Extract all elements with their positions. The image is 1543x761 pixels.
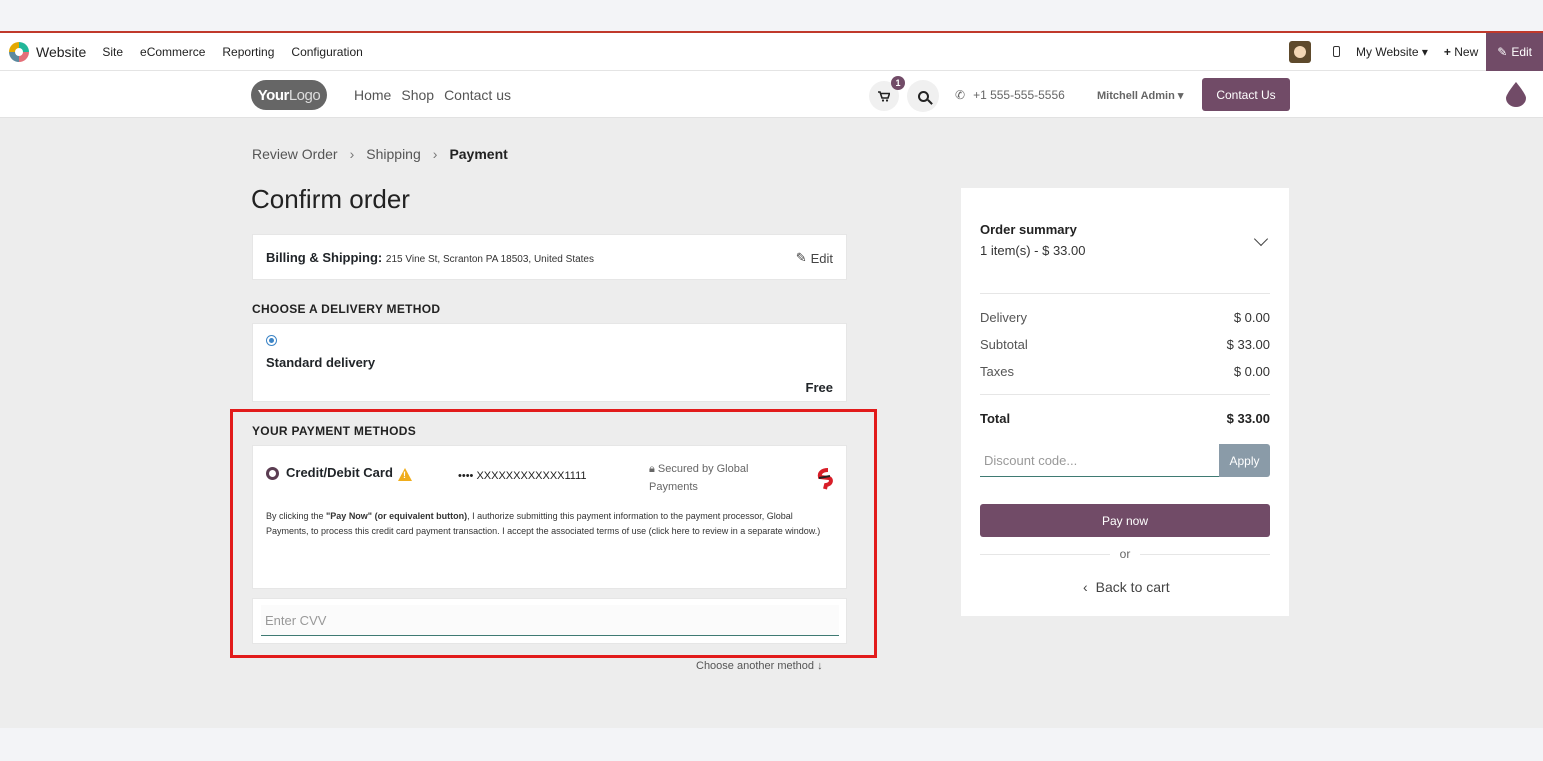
nav-home[interactable]: Home	[354, 87, 391, 103]
logo-light: Logo	[288, 86, 321, 104]
breadcrumb: Review Order › Shipping › Payment	[252, 146, 508, 162]
breadcrumb-payment: Payment	[449, 146, 508, 162]
summary-row-subtotal: Subtotal $ 33.00	[980, 337, 1270, 352]
delivery-method-name: Standard delivery	[266, 355, 376, 370]
chevron-right-icon: ›	[349, 146, 355, 162]
row-value: $ 0.00	[1233, 310, 1270, 325]
phone-number: +1 555-555-5556	[973, 88, 1065, 102]
caret-down-icon: ▾	[1177, 90, 1184, 102]
search-icon	[917, 90, 929, 102]
my-website-dropdown[interactable]: My Website ▾	[1356, 45, 1428, 59]
delivery-method-price: Free	[805, 380, 833, 395]
row-label: Taxes	[980, 364, 1014, 379]
menu-reporting[interactable]: Reporting	[222, 45, 274, 59]
contact-us-button[interactable]: Contact Us	[1202, 78, 1290, 111]
cart-count-badge: 1	[891, 76, 905, 90]
cart-icon	[878, 90, 890, 102]
or-separator: or	[980, 547, 1270, 561]
menu-ecommerce[interactable]: eCommerce	[140, 45, 205, 59]
billing-shipping-card: Billing & Shipping: 215 Vine St, Scranto…	[252, 234, 847, 280]
order-summary-items: 1 item(s) - $ 33.00	[980, 243, 1086, 258]
edit-button[interactable]: ✎ Edit	[1486, 32, 1543, 71]
billing-address: 215 Vine St, Scranton PA 18503, United S…	[385, 254, 594, 265]
billing-label-wrap: Billing & Shipping: 215 Vine St, Scranto…	[266, 250, 594, 265]
pencil-icon: ✎	[795, 250, 807, 265]
or-label: or	[1119, 547, 1131, 561]
total-label: Total	[980, 411, 1011, 426]
choose-another-method-link[interactable]: Choose another method ↓	[696, 660, 823, 672]
checkout-content: Review Order › Shipping › Payment Confir…	[0, 118, 1543, 728]
row-value: $ 0.00	[1233, 364, 1270, 379]
apply-button[interactable]: Apply	[1219, 444, 1270, 477]
user-menu[interactable]: Mitchell Admin ▾	[1097, 89, 1183, 102]
phone-contact[interactable]: ✆ +1 555-555-5556	[955, 88, 1065, 102]
divider	[980, 293, 1270, 294]
bottom-strip	[0, 728, 1543, 761]
row-value: $ 33.00	[1226, 337, 1270, 352]
app-name[interactable]: Website	[36, 44, 86, 60]
delivery-method-card[interactable]: Standard delivery Free	[252, 323, 847, 402]
nav-shop[interactable]: Shop	[401, 87, 434, 103]
delivery-radio[interactable]	[266, 335, 277, 346]
chevron-right-icon: ›	[432, 146, 438, 162]
divider	[980, 394, 1270, 395]
chevron-down-icon[interactable]	[1253, 231, 1269, 247]
website-editor-bar: Website Site eCommerce Reporting Configu…	[0, 31, 1543, 71]
theme-drop-icon[interactable]	[1505, 81, 1527, 107]
logo-bold: Your	[257, 86, 290, 104]
search-button[interactable]	[907, 80, 939, 112]
billing-label: Billing & Shipping:	[266, 250, 383, 265]
breadcrumb-review-order[interactable]: Review Order	[252, 146, 338, 162]
row-label: Delivery	[980, 310, 1027, 325]
site-header: Your Logo Home Shop Contact us 1 ✆ +1 555…	[0, 71, 1543, 118]
total-value: $ 33.00	[1226, 411, 1270, 426]
new-label: New	[1454, 44, 1479, 59]
menu-site[interactable]: Site	[102, 45, 123, 59]
menu-configuration[interactable]: Configuration	[291, 45, 362, 59]
edit-label: Edit	[1511, 44, 1532, 59]
billing-edit-link[interactable]: ✎ Edit	[796, 250, 833, 266]
mobile-preview-icon[interactable]	[1333, 46, 1341, 57]
odoo-website-icon[interactable]	[9, 41, 29, 62]
summary-row-delivery: Delivery $ 0.00	[980, 310, 1270, 325]
back-to-cart-label: Back to cart	[1095, 579, 1170, 595]
payment-highlight-box	[230, 409, 877, 658]
nav-contact-us[interactable]: Contact us	[444, 87, 511, 103]
phone-icon: ✆	[955, 88, 966, 102]
top-strip	[0, 0, 1543, 31]
user-avatar[interactable]	[1289, 40, 1312, 63]
main-nav: Home Shop Contact us	[354, 87, 511, 103]
user-name: Mitchell Admin	[1097, 90, 1175, 102]
billing-edit-label: Edit	[810, 250, 833, 266]
summary-row-taxes: Taxes $ 0.00	[980, 364, 1270, 379]
page-title: Confirm order	[251, 184, 410, 214]
chevron-left-icon: ‹	[1083, 579, 1088, 595]
delivery-heading: CHOOSE A DELIVERY METHOD	[252, 302, 441, 316]
discount-form: Apply	[980, 444, 1270, 477]
plus-icon: +	[1443, 44, 1451, 59]
pay-now-button[interactable]: Pay now	[980, 504, 1270, 537]
row-label: Subtotal	[980, 337, 1028, 352]
back-to-cart-link[interactable]: ‹ Back to cart	[1083, 579, 1170, 595]
new-button[interactable]: + New	[1444, 45, 1478, 59]
breadcrumb-shipping[interactable]: Shipping	[366, 146, 421, 162]
order-summary-title: Order summary	[980, 222, 1077, 237]
order-summary-card: Order summary 1 item(s) - $ 33.00 Delive…	[961, 188, 1289, 616]
summary-row-total: Total $ 33.00	[980, 411, 1270, 426]
discount-code-input[interactable]	[980, 444, 1219, 477]
site-logo[interactable]: Your Logo	[251, 80, 327, 110]
pencil-icon: ✎	[1497, 44, 1508, 59]
